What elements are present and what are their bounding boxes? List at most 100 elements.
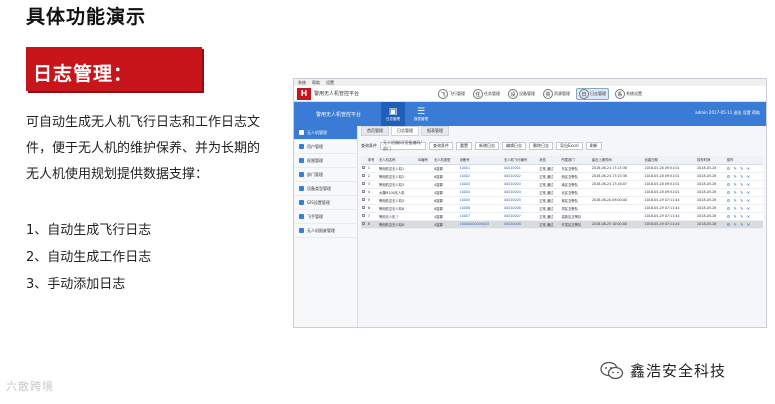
sidebar-item-gis[interactable]: GIS设置管理 <box>294 196 357 210</box>
checkbox-icon[interactable] <box>362 206 365 209</box>
table-cell: 4旋翼 <box>433 188 459 197</box>
tab-log[interactable]: 日志管理 <box>391 126 419 136</box>
scrap-icon <box>299 228 304 233</box>
module-log[interactable]: 日日志管理 <box>576 88 609 100</box>
menu-system[interactable]: 系统 <box>298 80 306 86</box>
nav-log-button[interactable]: ▣ 日志管理 <box>381 102 406 126</box>
table-cell[interactable]: 10003 <box>458 180 504 189</box>
table-cell: 开发区交警队 <box>560 220 591 229</box>
log-table: 序号 无人机名称 ID编号 无人机类型 设备号 无人机飞行编号 状态 所属部门 … <box>361 156 763 229</box>
checkbox-icon[interactable] <box>362 174 365 177</box>
tab-home[interactable]: 首页管理 <box>361 126 389 136</box>
table-row[interactable]: 7 警用无人机 7 4旋翼 10007 00010007 正常,通过 高新区交警队 2018-… <box>361 212 763 221</box>
module-flight[interactable]: 飞飞行管理 <box>436 88 467 100</box>
table-cell[interactable]: 00010005 <box>503 196 539 205</box>
sidebar-item-permissions[interactable]: 权限管理 <box>294 154 357 168</box>
column-header[interactable]: 序号 <box>366 156 378 165</box>
slide: 具体功能演示 日志管理： 可自动生成无人机飞行日志和工作日志文件，便于无人机的维… <box>0 0 775 404</box>
table-row[interactable]: 2 警用航空无人机2 6旋翼 10002 00010002 正常,通过 西区交警队 2018-… <box>361 172 763 181</box>
module-task[interactable]: 任任务管理 <box>471 88 502 100</box>
reset-button[interactable]: 重置 <box>456 142 472 150</box>
nav-report-button[interactable]: ☰ 报表管理 <box>409 102 433 126</box>
pilot-icon <box>299 214 304 219</box>
checkbox-icon[interactable] <box>362 190 365 193</box>
table-cell[interactable]: 10006 <box>458 204 504 213</box>
row-actions[interactable]: ⚙ ✎ ✎ ✕ <box>725 180 763 189</box>
filter-input[interactable]: 无人机编码/设备编码/部门 <box>380 140 426 151</box>
user-info[interactable]: admin 2017-05-11 退出 设置 帮助 <box>695 110 760 116</box>
menu-settings[interactable]: 设置 <box>326 80 334 86</box>
column-header[interactable]: 设备号 <box>458 156 504 165</box>
table-cell[interactable]: 00010003 <box>503 180 539 189</box>
table-cell: 正常,通过 <box>538 172 561 181</box>
table-row[interactable]: 3 警用航空无人机3 4旋翼 10003 00010003 正常,通过 南区交警队 2018-… <box>361 180 763 189</box>
table-cell: 警用航空无人机3 <box>377 180 417 189</box>
table-cell[interactable]: 00010008 <box>503 220 539 229</box>
toolbar: 查询条件 无人机编码/设备编码/部门 查询条件 重置 新增日志 编辑日志 删除日… <box>361 139 763 153</box>
table-cell[interactable]: 00010006 <box>503 204 539 213</box>
column-header[interactable]: 所属部门 <box>560 156 591 165</box>
checkbox-icon[interactable] <box>362 182 365 185</box>
table-cell[interactable]: 00010007 <box>503 212 539 221</box>
sidebar-item-label: 飞手管理 <box>307 213 323 219</box>
add-log-button[interactable]: 新增日志 <box>475 142 499 150</box>
table-row[interactable]: 8 警用航空无人机8 4旋翼 20000000000043 00010008 正常,通过开… <box>361 220 763 229</box>
module-label: 系统设置 <box>626 91 642 96</box>
checkbox-icon[interactable] <box>362 222 365 225</box>
table-cell[interactable]: 00010004 <box>503 188 539 197</box>
sidebar-item-drone[interactable]: 无人机管理 <box>294 126 357 140</box>
column-header[interactable]: 无人机类型 <box>433 156 459 165</box>
module-system[interactable]: 系系统设置 <box>613 88 644 100</box>
column-header[interactable]: 操作时间 <box>696 156 726 165</box>
column-header[interactable]: 状态 <box>538 156 561 165</box>
query-button[interactable]: 查询条件 <box>429 142 453 150</box>
row-actions[interactable]: ⚙ ✎ ✎ ✕ <box>725 204 763 213</box>
table-cell[interactable]: 10005 <box>458 196 504 205</box>
table-cell[interactable]: 20000000000043 <box>458 220 504 229</box>
table-cell[interactable]: 00010002 <box>503 172 539 181</box>
nav-label: 日志管理 <box>386 116 401 121</box>
column-header[interactable]: 最近上报时间 <box>590 156 644 165</box>
row-actions[interactable]: ⚙ ✎ ✎ ✕ <box>725 196 763 205</box>
column-header[interactable]: 操作 <box>725 156 763 165</box>
row-actions[interactable]: ⚙ ✎ ✎ ✕ <box>725 188 763 197</box>
module-device[interactable]: 设设备管理 <box>506 88 537 100</box>
table-cell <box>590 188 644 197</box>
column-header[interactable]: 无人机名称 <box>377 156 417 165</box>
table-cell[interactable]: 10007 <box>458 212 504 221</box>
sidebar-item-device-types[interactable]: 设备类型管理 <box>294 182 357 196</box>
table-cell[interactable]: 10002 <box>458 172 504 181</box>
row-actions[interactable]: ⚙ ✎ ✎ ✕ <box>725 172 763 181</box>
row-actions[interactable]: ⚙ ✎ ✎ ✕ <box>725 212 763 221</box>
column-header[interactable]: 无人机飞行编号 <box>503 156 539 165</box>
table-row[interactable]: 1 警用航空无人机1 8旋翼 10001 00010001 正常,通过 东区交警队 2018-… <box>361 164 763 173</box>
table-cell[interactable]: 10001 <box>458 164 504 173</box>
sidebar-item-scrap[interactable]: 无人机报废管理 <box>294 224 357 238</box>
table-cell: 2018-06-24 17:26:07 <box>590 180 644 189</box>
menu-help[interactable]: 帮助 <box>312 80 320 86</box>
module-resource[interactable]: 资资源管理 <box>541 88 572 100</box>
table-cell[interactable]: 00010001 <box>503 164 539 173</box>
checkbox-icon[interactable] <box>362 214 365 217</box>
tab-report[interactable]: 报表管理 <box>421 126 449 136</box>
table-cell: 8旋翼 <box>433 164 459 173</box>
checkbox-icon[interactable] <box>362 198 365 201</box>
edit-log-button[interactable]: 编辑日志 <box>502 142 526 150</box>
sidebar-item-departments[interactable]: 部门管理 <box>294 168 357 182</box>
delete-log-button[interactable]: 删除日志 <box>529 142 553 150</box>
column-header[interactable]: 创建日期 <box>643 156 697 165</box>
table-row[interactable]: 4 大疆M100无人机 4旋翼 10004 00010004 正常,通过 北区交警队 2018… <box>361 188 763 197</box>
row-actions[interactable]: ⚙ ✎ ✎ ✕ <box>725 164 763 173</box>
sidebar-item-pilots[interactable]: 飞手管理 <box>294 210 357 224</box>
app-screenshot: 系统 帮助 设置 H 警用无人机管控平台 飞飞行管理 任任务管理 设设备管理 资… <box>293 78 767 328</box>
row-actions[interactable]: ⚙ ✎ ✎ ✕ <box>725 220 763 229</box>
table-cell[interactable]: 10004 <box>458 188 504 197</box>
table-row[interactable]: 6 警用航空无人机6 8旋翼 10006 00010006 正常,通过 郊区交警队 2018-… <box>361 204 763 213</box>
checkbox-icon[interactable] <box>362 166 365 169</box>
table-row[interactable]: 5 警用航空无人机5 6旋翼 10005 00010005 正常,通过 城区交警队 2018-… <box>361 196 763 205</box>
column-header[interactable]: ID编号 <box>416 156 434 165</box>
sidebar-item-users[interactable]: 用户管理 <box>294 140 357 154</box>
refresh-button[interactable]: 刷新 <box>585 142 602 150</box>
table-cell: 警用航空无人机8 <box>377 220 417 229</box>
export-excel-button[interactable]: 导出Excel <box>556 142 583 150</box>
